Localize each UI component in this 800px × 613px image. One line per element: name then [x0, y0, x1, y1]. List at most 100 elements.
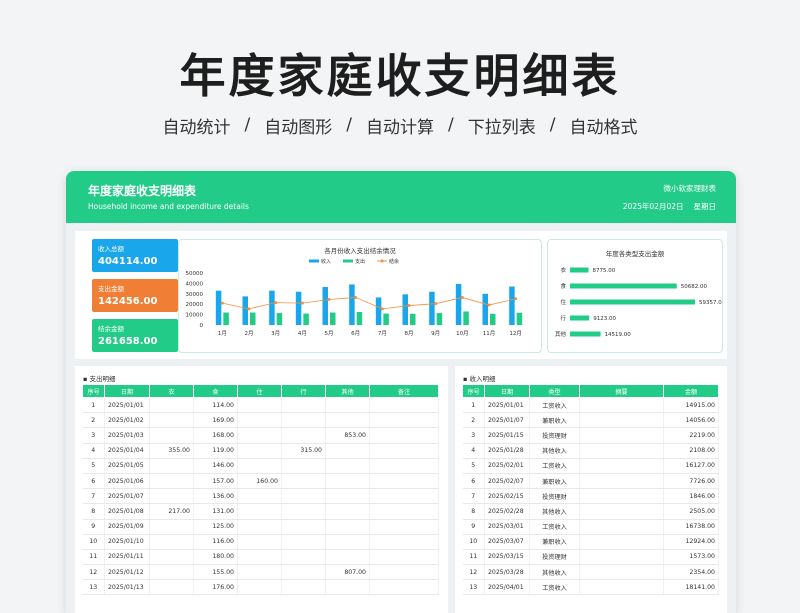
expense-cell[interactable]: 2025/01/05	[104, 458, 150, 474]
income-cell[interactable]: 2025/01/15	[484, 427, 530, 444]
expense-cell[interactable]	[325, 534, 370, 550]
income-cell[interactable]	[579, 503, 664, 520]
income-cell[interactable]	[579, 473, 664, 490]
income-cell[interactable]: 7726.00	[663, 473, 719, 490]
expense-cell[interactable]: 131.00	[193, 503, 238, 520]
income-cell[interactable]	[579, 534, 664, 550]
income-cell[interactable]	[579, 519, 664, 535]
expense-cell[interactable]: 2025/01/03	[104, 427, 150, 444]
expense-cell[interactable]	[281, 549, 326, 566]
expense-cell[interactable]	[237, 443, 282, 459]
income-cell[interactable]: 16738.00	[663, 519, 719, 535]
income-cell[interactable]: 12	[462, 564, 485, 581]
expense-cell[interactable]: 180.00	[193, 549, 238, 566]
expense-cell[interactable]: 2025/01/10	[104, 534, 150, 550]
expense-cell[interactable]	[281, 534, 326, 550]
income-cell[interactable]: 6	[462, 473, 485, 490]
income-cell[interactable]: 14056.00	[663, 412, 719, 429]
expense-cell[interactable]	[149, 534, 194, 550]
expense-cell[interactable]	[369, 397, 439, 414]
income-cell[interactable]: 2025/02/28	[484, 503, 530, 520]
income-cell[interactable]	[579, 397, 664, 414]
expense-cell[interactable]: 176.00	[193, 579, 238, 596]
income-cell[interactable]: 7	[462, 488, 485, 505]
expense-cell[interactable]	[281, 412, 326, 429]
expense-cell[interactable]: 136.00	[193, 488, 238, 505]
income-cell[interactable]: 工资收入	[529, 397, 580, 414]
income-cell[interactable]: 14915.00	[663, 397, 719, 414]
expense-cell[interactable]	[281, 458, 326, 474]
income-cell[interactable]: 3	[462, 427, 485, 444]
expense-cell[interactable]	[237, 458, 282, 474]
expense-cell[interactable]: 1	[82, 397, 105, 414]
income-cell[interactable]: 1846.00	[663, 488, 719, 505]
income-cell[interactable]: 2	[462, 412, 485, 429]
expense-cell[interactable]	[369, 503, 439, 520]
expense-column-header[interactable]: 行	[281, 384, 326, 398]
income-column-header[interactable]: 类型	[529, 384, 580, 398]
expense-cell[interactable]: 10	[82, 534, 105, 550]
income-cell[interactable]: 投资理财	[529, 427, 580, 444]
expense-cell[interactable]: 807.00	[325, 564, 370, 581]
expense-cell[interactable]	[149, 579, 194, 596]
expense-cell[interactable]: 114.00	[193, 397, 238, 414]
expense-cell[interactable]: 5	[82, 458, 105, 474]
expense-cell[interactable]	[237, 549, 282, 566]
expense-cell[interactable]	[237, 503, 282, 520]
expense-cell[interactable]	[369, 579, 439, 596]
expense-cell[interactable]: 2025/01/01	[104, 397, 150, 414]
income-cell[interactable]: 兼职收入	[529, 412, 580, 429]
expense-cell[interactable]	[237, 397, 282, 414]
expense-cell[interactable]: 7	[82, 488, 105, 505]
expense-cell[interactable]: 3	[82, 427, 105, 444]
expense-cell[interactable]: 11	[82, 549, 105, 566]
expense-cell[interactable]	[325, 503, 370, 520]
expense-cell[interactable]	[237, 579, 282, 596]
expense-cell[interactable]: 155.00	[193, 564, 238, 581]
income-cell[interactable]: 11	[462, 549, 485, 566]
income-cell[interactable]: 工资收入	[529, 519, 580, 535]
expense-cell[interactable]: 12	[82, 564, 105, 581]
expense-cell[interactable]: 355.00	[149, 443, 194, 459]
expense-cell[interactable]: 146.00	[193, 458, 238, 474]
expense-cell[interactable]	[369, 443, 439, 459]
expense-cell[interactable]	[369, 519, 439, 535]
expense-cell[interactable]: 9	[82, 519, 105, 535]
expense-cell[interactable]: 116.00	[193, 534, 238, 550]
expense-cell[interactable]	[369, 564, 439, 581]
expense-cell[interactable]: 160.00	[237, 473, 282, 490]
expense-cell[interactable]	[325, 412, 370, 429]
expense-cell[interactable]	[325, 519, 370, 535]
expense-column-header[interactable]: 食	[193, 384, 238, 398]
expense-cell[interactable]	[281, 488, 326, 505]
expense-cell[interactable]	[281, 503, 326, 520]
income-cell[interactable]: 8	[462, 503, 485, 520]
expense-cell[interactable]: 217.00	[149, 503, 194, 520]
income-cell[interactable]: 其他收入	[529, 503, 580, 520]
income-cell[interactable]: 1573.00	[663, 549, 719, 566]
income-cell[interactable]	[579, 549, 664, 566]
expense-cell[interactable]	[149, 549, 194, 566]
income-cell[interactable]: 4	[462, 443, 485, 459]
expense-cell[interactable]	[325, 549, 370, 566]
expense-cell[interactable]	[149, 488, 194, 505]
expense-cell[interactable]	[325, 579, 370, 596]
expense-cell[interactable]: 13	[82, 579, 105, 596]
income-cell[interactable]: 10	[462, 534, 485, 550]
income-cell[interactable]: 2025/03/28	[484, 564, 530, 581]
income-cell[interactable]: 2505.00	[663, 503, 719, 520]
expense-cell[interactable]: 2025/01/06	[104, 473, 150, 490]
income-cell[interactable]: 兼职收入	[529, 534, 580, 550]
expense-column-header[interactable]: 其他	[325, 384, 370, 398]
expense-cell[interactable]: 168.00	[193, 427, 238, 444]
expense-column-header[interactable]: 序号	[82, 384, 105, 398]
income-cell[interactable]: 2354.00	[663, 564, 719, 581]
expense-cell[interactable]	[325, 488, 370, 505]
expense-cell[interactable]: 2025/01/04	[104, 443, 150, 459]
expense-cell[interactable]	[369, 458, 439, 474]
income-cell[interactable]: 2025/03/07	[484, 534, 530, 550]
expense-cell[interactable]	[149, 427, 194, 444]
expense-cell[interactable]: 2025/01/07	[104, 488, 150, 505]
expense-cell[interactable]	[149, 397, 194, 414]
income-column-header[interactable]: 序号	[462, 384, 485, 398]
